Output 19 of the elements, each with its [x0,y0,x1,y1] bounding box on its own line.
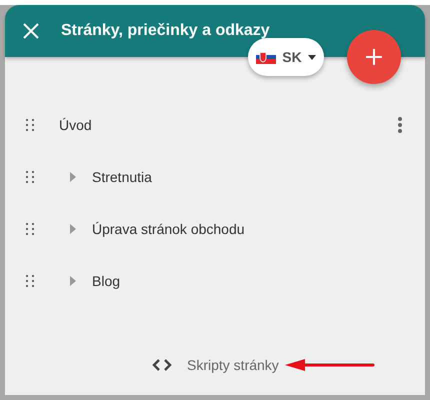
more-icon [397,116,403,134]
dialog-title: Stránky, priečinky a odkazy [61,22,270,40]
code-icon [152,358,172,372]
page-title[interactable]: Úprava stránok obchodu [92,221,403,237]
drag-handle-icon[interactable] [25,118,35,132]
add-button[interactable] [347,30,401,84]
drag-handle-icon[interactable] [25,170,35,184]
scripts-link[interactable]: Skripty stránky [187,357,279,373]
page-title[interactable]: Úvod [59,117,397,133]
flag-icon [256,50,276,64]
close-icon [23,23,39,39]
plus-icon [366,49,382,65]
drag-handle-icon[interactable] [25,274,35,288]
page-title[interactable]: Stretnutia [92,169,403,185]
more-button[interactable] [397,116,403,134]
drag-handle-icon[interactable] [25,222,35,236]
page-title[interactable]: Blog [92,273,403,289]
caret-icon [308,54,316,60]
language-selector[interactable]: SK [248,38,324,76]
